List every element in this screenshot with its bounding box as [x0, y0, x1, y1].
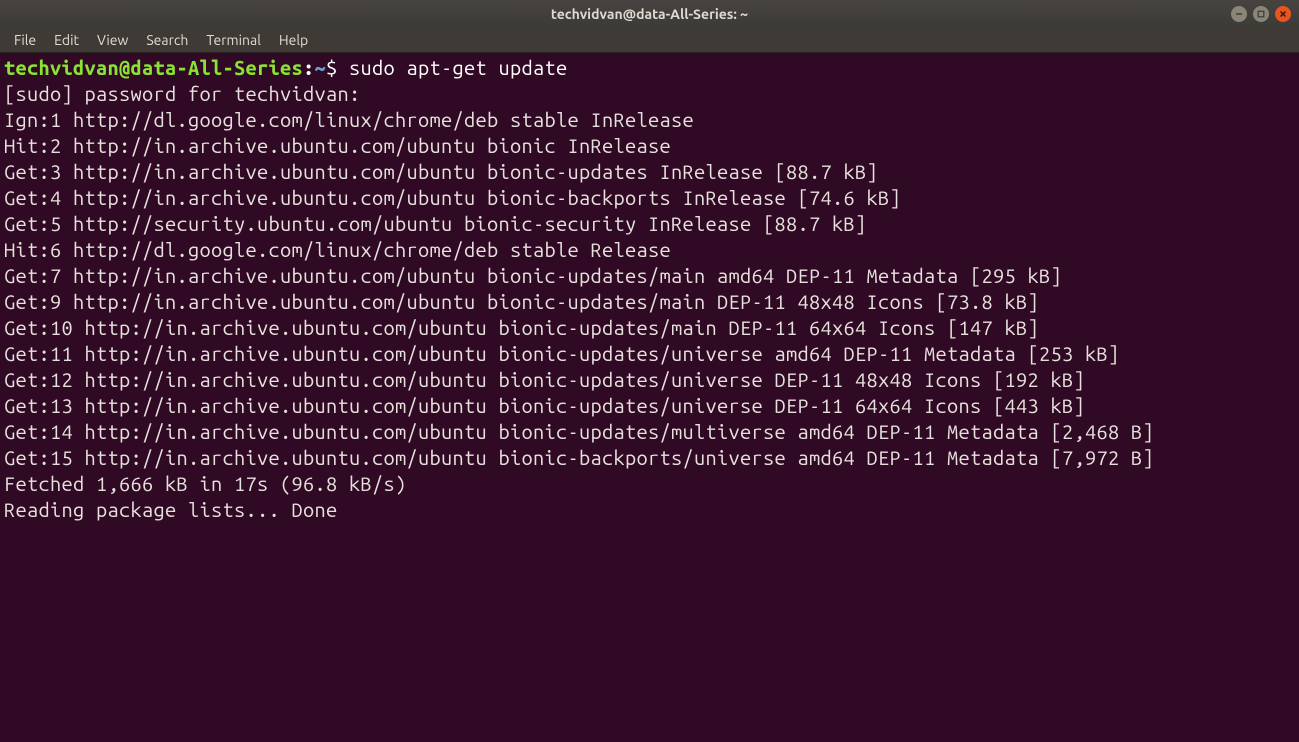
minimize-icon [1235, 10, 1243, 18]
menu-view[interactable]: View [89, 30, 136, 50]
output-line: Get:7 http://in.archive.ubuntu.com/ubunt… [4, 263, 1295, 289]
output-line: Hit:6 http://dl.google.com/linux/chrome/… [4, 237, 1295, 263]
menu-edit[interactable]: Edit [46, 30, 87, 50]
window-title: techvidvan@data-All-Series: ~ [8, 6, 1291, 22]
maximize-button[interactable] [1253, 6, 1269, 22]
menu-terminal[interactable]: Terminal [198, 30, 269, 50]
menubar: File Edit View Search Terminal Help [0, 28, 1299, 53]
output-line: Get:13 http://in.archive.ubuntu.com/ubun… [4, 393, 1295, 419]
output-container: [sudo] password for techvidvan:Ign:1 htt… [4, 81, 1295, 523]
menu-search[interactable]: Search [138, 30, 196, 50]
output-line: Reading package lists... Done [4, 497, 1295, 523]
prompt-user-host: techvidvan@data-All-Series [4, 56, 303, 79]
titlebar: techvidvan@data-All-Series: ~ [0, 0, 1299, 28]
terminal-body[interactable]: techvidvan@data-All-Series:~$ sudo apt-g… [0, 53, 1299, 742]
output-line: Hit:2 http://in.archive.ubuntu.com/ubunt… [4, 133, 1295, 159]
menu-help[interactable]: Help [271, 30, 316, 50]
output-line: Fetched 1,666 kB in 17s (96.8 kB/s) [4, 471, 1295, 497]
menu-file[interactable]: File [6, 30, 44, 50]
command-text: sudo apt-get update [349, 56, 568, 79]
prompt-separator: : [303, 56, 315, 79]
prompt-line: techvidvan@data-All-Series:~$ sudo apt-g… [4, 55, 1295, 81]
prompt-dollar: $ [326, 56, 338, 79]
output-line: Get:12 http://in.archive.ubuntu.com/ubun… [4, 367, 1295, 393]
terminal-window: techvidvan@data-All-Series: ~ File Edit … [0, 0, 1299, 742]
output-line: Ign:1 http://dl.google.com/linux/chrome/… [4, 107, 1295, 133]
output-line: Get:14 http://in.archive.ubuntu.com/ubun… [4, 419, 1295, 445]
close-icon [1279, 10, 1287, 18]
close-button[interactable] [1275, 6, 1291, 22]
output-line: Get:15 http://in.archive.ubuntu.com/ubun… [4, 445, 1295, 471]
prompt-path: ~ [315, 56, 327, 79]
window-controls [1231, 6, 1291, 22]
output-line: Get:9 http://in.archive.ubuntu.com/ubunt… [4, 289, 1295, 315]
output-line: Get:4 http://in.archive.ubuntu.com/ubunt… [4, 185, 1295, 211]
output-line: Get:10 http://in.archive.ubuntu.com/ubun… [4, 315, 1295, 341]
minimize-button[interactable] [1231, 6, 1247, 22]
output-line: [sudo] password for techvidvan: [4, 81, 1295, 107]
output-line: Get:3 http://in.archive.ubuntu.com/ubunt… [4, 159, 1295, 185]
output-line: Get:11 http://in.archive.ubuntu.com/ubun… [4, 341, 1295, 367]
maximize-icon [1257, 10, 1265, 18]
output-line: Get:5 http://security.ubuntu.com/ubuntu … [4, 211, 1295, 237]
